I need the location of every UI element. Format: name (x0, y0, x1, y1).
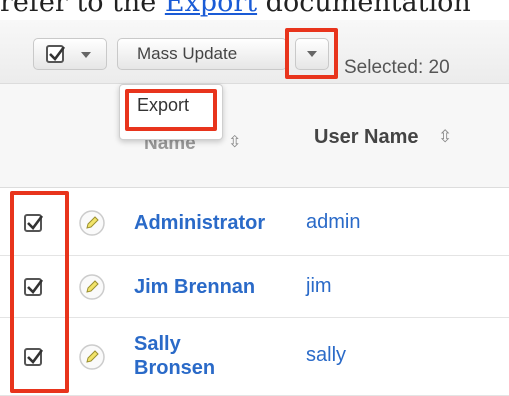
row-checkbox[interactable] (24, 348, 44, 366)
pencil-icon[interactable] (79, 274, 105, 300)
column-header-user-name[interactable]: User Name (314, 126, 419, 149)
user-username[interactable]: sally (306, 344, 346, 367)
select-all-button[interactable] (33, 38, 107, 70)
sort-arrows-icon[interactable]: ⇳ (438, 127, 452, 147)
mass-update-label: Mass Update (137, 44, 238, 63)
menu-item-export[interactable]: Export (137, 95, 189, 116)
user-name-link[interactable]: Jim Brennan (134, 275, 255, 299)
table-row: Administrator admin (0, 190, 509, 256)
caret-down-icon (81, 52, 91, 58)
doc-text: refer to the Export documentation (0, 0, 509, 20)
user-name-line2: Bronsen (134, 357, 216, 379)
caret-down-icon (307, 51, 317, 57)
pencil-icon[interactable] (79, 344, 105, 370)
table-row: Sally Bronsen sally (0, 318, 509, 396)
table-row: Jim Brennan jim (0, 256, 509, 318)
doc-text-suffix: documentation (257, 0, 471, 18)
pencil-icon[interactable] (79, 210, 105, 236)
actions-menu: Export (119, 84, 223, 140)
list-toolbar: Mass Update Selected: 20 (0, 20, 509, 84)
selected-count: Selected: 20 (344, 57, 450, 78)
sort-arrows-icon[interactable]: ⇳ (228, 132, 241, 152)
table-header: Name ⇳ User Name ⇳ (0, 84, 509, 188)
user-username[interactable]: admin (306, 211, 360, 234)
row-checkbox[interactable] (24, 278, 44, 296)
checkbox-checked-icon (46, 45, 66, 63)
export-doc-link[interactable]: Export (165, 0, 257, 18)
row-checkbox[interactable] (24, 214, 44, 232)
mass-update-button[interactable]: Mass Update (117, 38, 287, 70)
user-name-link[interactable]: Administrator (134, 211, 265, 235)
actions-dropdown-button[interactable] (295, 38, 329, 70)
user-username[interactable]: jim (306, 275, 332, 298)
user-name-link[interactable]: Sally Bronsen (134, 332, 215, 380)
doc-text-prefix: refer to the (0, 0, 165, 18)
user-name-line1: Sally (134, 333, 181, 355)
